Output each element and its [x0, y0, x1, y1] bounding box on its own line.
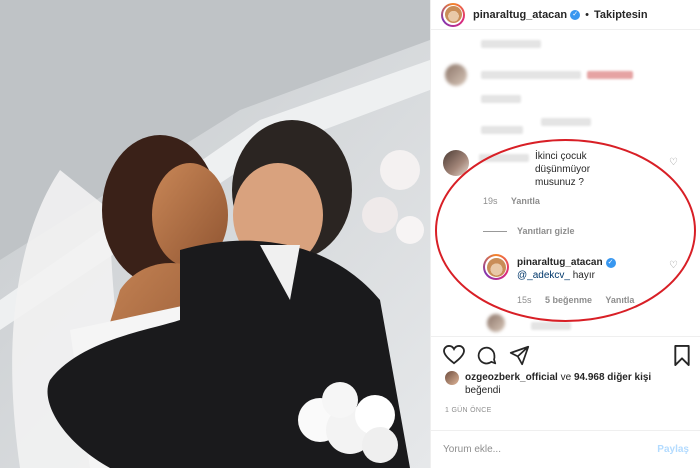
comment-reply-button[interactable]: Yanıtla	[511, 196, 540, 206]
liker-username[interactable]: ozgeozberk_official	[465, 372, 558, 383]
comment-time: 19s	[483, 196, 498, 206]
likes-suffix: beğendi	[465, 385, 501, 396]
reply-time: 15s	[517, 295, 532, 305]
reply-content: pinaraltug_atacan ✓ @_adekcv_ hayır	[517, 256, 667, 282]
verified-badge-icon: ✓	[570, 9, 581, 20]
comment-bubble-icon[interactable]	[476, 345, 497, 366]
reply-like-heart-icon[interactable]: ♡	[669, 260, 678, 271]
commenter-avatar[interactable]	[443, 150, 469, 176]
blurred-avatar	[445, 64, 467, 86]
comment-composer: Paylaş	[431, 430, 700, 468]
replies-divider	[483, 230, 507, 232]
author-avatar[interactable]	[441, 2, 465, 27]
post-actions-bar	[431, 336, 700, 370]
post-age[interactable]: 1 GÜN ÖNCE	[445, 407, 492, 414]
reply-likes-count[interactable]: 5 beğenme	[545, 295, 592, 305]
reply-text: hayır	[572, 270, 595, 281]
blurred-commenter-name	[479, 154, 529, 162]
header-separator: •	[585, 8, 589, 21]
blurred-comment	[481, 71, 581, 79]
likes-summary: ozgeozberk_official ve 94.968 diğer kişi…	[445, 371, 695, 397]
reply-author-avatar[interactable]	[483, 254, 509, 280]
wedding-kiss-photo	[0, 0, 430, 468]
comment-body: İkinci çocuk düşünmüyor musunuz ?	[535, 151, 591, 188]
author-username[interactable]: pinaraltug_atacan	[473, 9, 567, 21]
reply-mention[interactable]: @_adekcv_	[517, 270, 570, 281]
reply-verified-badge-icon: ✓	[605, 258, 616, 268]
reply-author-username[interactable]: pinaraltug_atacan	[517, 257, 603, 268]
paper-plane-icon[interactable]	[509, 345, 530, 366]
likes-count[interactable]: 94.968 diğer kişi	[574, 372, 651, 383]
bookmark-icon[interactable]	[673, 345, 691, 366]
reply-meta: 15s 5 beğenme Yanıtla	[517, 295, 645, 305]
reply-reply-button[interactable]: Yanıtla	[605, 295, 634, 305]
comment-like-heart-icon[interactable]: ♡	[669, 157, 678, 168]
hide-replies-label: Yanıtları gizle	[517, 226, 575, 236]
liker-avatar[interactable]	[445, 371, 459, 385]
hide-replies-toggle[interactable]: Yanıtları gizle	[483, 226, 575, 236]
blurred-comment	[531, 322, 571, 330]
blurred-avatar	[487, 314, 505, 332]
heart-icon[interactable]	[443, 345, 465, 365]
blurred-comment	[481, 126, 523, 134]
likes-connector: ve	[560, 372, 572, 383]
blurred-comment	[481, 95, 521, 103]
comment-text-part1: İkinci çocuk düşünmüyor musunuz ?	[535, 150, 621, 189]
post-side-panel: pinaraltug_atacan ✓ • Takiptesin İkinci …	[430, 0, 700, 468]
post-header: pinaraltug_atacan ✓ • Takiptesin	[431, 0, 700, 30]
follow-status[interactable]: Takiptesin	[594, 9, 648, 21]
post-comment-button[interactable]: Paylaş	[657, 444, 689, 455]
post-photo[interactable]	[0, 0, 430, 468]
blurred-comment	[481, 40, 541, 48]
blurred-comment	[541, 118, 591, 126]
blurred-comment	[587, 71, 633, 79]
comment-meta: 19s Yanıtla	[483, 196, 551, 206]
comment-input[interactable]	[443, 444, 658, 455]
